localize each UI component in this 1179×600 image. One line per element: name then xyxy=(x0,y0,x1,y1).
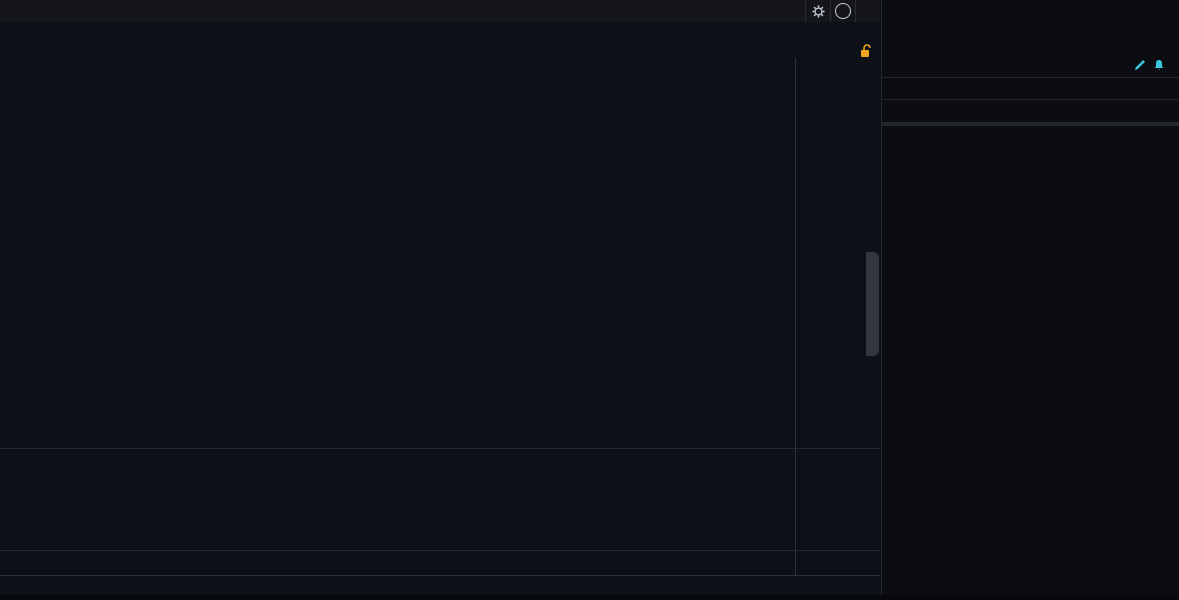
ma-info-bar xyxy=(0,43,880,58)
pane-divider xyxy=(0,550,880,551)
gear-icon[interactable] xyxy=(805,0,830,22)
quote-panel xyxy=(881,0,1179,595)
volume-chart[interactable] xyxy=(0,450,795,548)
pane-divider xyxy=(0,448,880,449)
edit-icon[interactable] xyxy=(1134,59,1146,74)
nav-row[interactable] xyxy=(882,78,1179,100)
date-range-wrap xyxy=(852,44,872,58)
trade-log xyxy=(882,125,1179,126)
top-toolbar xyxy=(0,0,880,23)
market-status-row xyxy=(882,58,1179,78)
unlock-icon[interactable] xyxy=(860,44,872,58)
panel-header xyxy=(882,0,1179,22)
indicator-strip[interactable] xyxy=(0,553,795,575)
weibi-row xyxy=(882,100,1179,123)
chevron-right-icon[interactable] xyxy=(855,0,880,22)
panel-expander[interactable] xyxy=(866,252,879,356)
stock-app xyxy=(0,0,1179,595)
x-axis xyxy=(0,575,795,595)
axis-line xyxy=(795,58,796,575)
alert-bell-icon[interactable] xyxy=(1153,59,1165,74)
help-icon[interactable] xyxy=(830,0,855,22)
last-price-row xyxy=(882,22,1179,58)
price-change xyxy=(1161,38,1172,56)
quote-info-bar xyxy=(0,22,884,43)
main-candlestick-chart[interactable] xyxy=(0,58,795,448)
